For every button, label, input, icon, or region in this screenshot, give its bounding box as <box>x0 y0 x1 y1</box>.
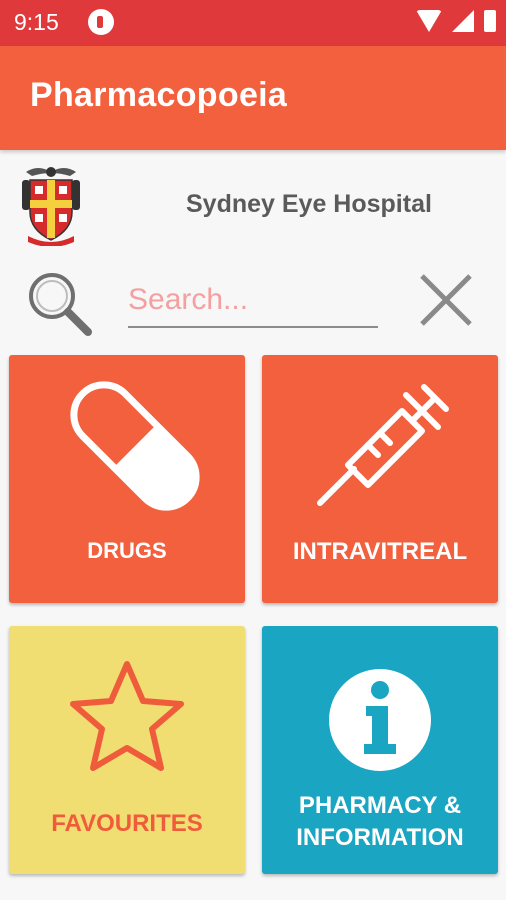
status-time: 9:15 <box>14 9 59 35</box>
app-title: Pharmacopoeia <box>30 76 288 114</box>
info-icon <box>329 669 431 771</box>
clear-search-icon[interactable] <box>416 270 476 330</box>
status-bar: 9:15 <box>0 0 506 46</box>
hospital-header: Sydney Eye Hospital <box>0 150 506 254</box>
drugs-label: DRUGS <box>87 538 167 563</box>
status-icons <box>416 10 496 32</box>
pill-icon <box>70 381 200 511</box>
intravitreal-label: INTRAVITREAL <box>292 538 468 565</box>
search-input[interactable] <box>128 274 378 328</box>
search-icon[interactable] <box>24 268 94 338</box>
signal-icon <box>452 10 474 32</box>
star-icon <box>70 661 184 771</box>
pharmacy-label-line1: PHARMACY & <box>298 792 462 819</box>
hospital-name: Sydney Eye Hospital <box>186 190 432 218</box>
syringe-icon <box>317 384 449 506</box>
favourites-tile[interactable]: FAVOURITES <box>9 626 245 874</box>
pharmacy-information-tile[interactable]: PHARMACY & INFORMATION <box>262 626 498 874</box>
battery-icon <box>484 10 496 32</box>
app-bar: Pharmacopoeia <box>0 46 506 150</box>
wifi-icon <box>416 10 442 32</box>
drugs-tile[interactable]: DRUGS <box>9 355 245 603</box>
notification-icon <box>88 9 114 35</box>
favourites-label: FAVOURITES <box>51 810 203 837</box>
intravitreal-tile[interactable]: INTRAVITREAL <box>262 355 498 603</box>
hospital-crest-icon <box>22 167 80 246</box>
pharmacy-label-line2: INFORMATION <box>296 824 464 851</box>
